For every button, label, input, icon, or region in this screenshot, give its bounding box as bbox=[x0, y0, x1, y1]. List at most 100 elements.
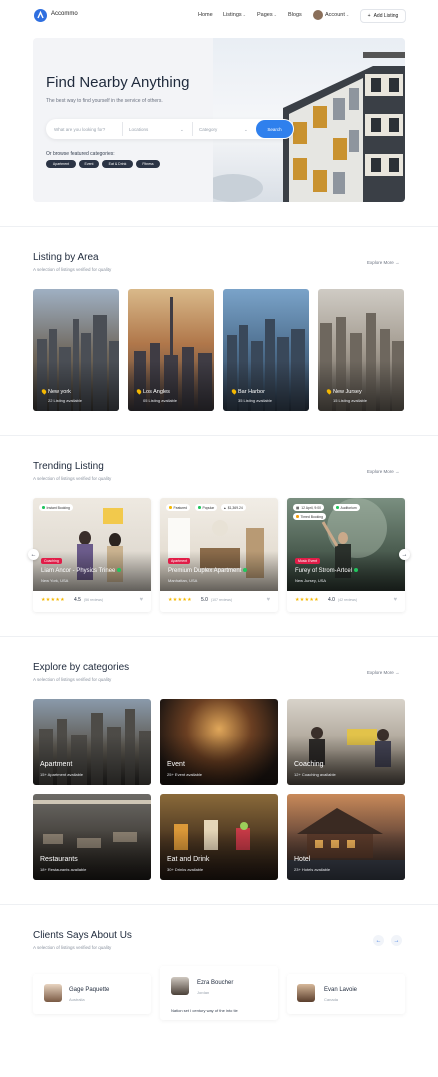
nav-account[interactable]: Account⌄ bbox=[325, 12, 349, 18]
category-name: Restaurants bbox=[40, 856, 78, 863]
listing-card[interactable]: Instant Booking Coaching Liam Ancor - Ph… bbox=[33, 498, 151, 612]
category-name: Coaching bbox=[294, 761, 324, 768]
badge-timed-booking: Timed Booking bbox=[293, 513, 326, 520]
card-overlay bbox=[287, 735, 405, 785]
dot-icon bbox=[198, 506, 201, 509]
nav-pages[interactable]: Pages⌄ bbox=[257, 12, 277, 18]
badge-featured: Featured bbox=[166, 504, 191, 511]
area-name: Bar Harbor bbox=[238, 389, 265, 395]
chip-label: Fitness bbox=[142, 162, 154, 166]
search-input[interactable]: What are you looking for? bbox=[54, 127, 105, 132]
category-card-hotel[interactable]: Hotel 23+ Hotels available bbox=[287, 794, 405, 880]
location-select[interactable]: Locations bbox=[129, 127, 148, 132]
carousel-prev-button[interactable]: ← bbox=[28, 549, 39, 560]
rating-value: 5.0 bbox=[201, 597, 208, 603]
avatar[interactable] bbox=[313, 10, 323, 20]
arrow-right-icon: → bbox=[395, 670, 400, 675]
brand-name[interactable]: Accommo bbox=[51, 11, 78, 17]
dot-icon bbox=[42, 506, 45, 509]
area-count: 22 Listing available bbox=[48, 398, 83, 403]
card-overlay bbox=[223, 361, 309, 411]
testimonial-prev-button[interactable]: ← bbox=[373, 935, 384, 946]
arrow-right-icon: → bbox=[401, 551, 408, 558]
area-name: New york bbox=[48, 389, 71, 395]
explore-more-link[interactable]: Explore More → bbox=[367, 469, 400, 474]
chip-apartment[interactable]: Apartment bbox=[46, 160, 76, 168]
add-listing-button[interactable]: + Add Listing bbox=[360, 9, 406, 23]
card-overlay bbox=[33, 830, 151, 880]
heart-icon[interactable]: ♥ bbox=[266, 597, 270, 603]
rating-value: 4.5 bbox=[74, 597, 81, 603]
badge-label: Popular bbox=[202, 505, 215, 510]
category-count: 18+ Restaurants available bbox=[40, 867, 87, 872]
client-name: Gage Paquette bbox=[69, 987, 110, 993]
listing-card[interactable]: ▦ 12 April, 9:00 Auditorium Timed Booking… bbox=[287, 498, 405, 612]
category-tag: Coaching bbox=[41, 558, 62, 564]
section-title: Explore by categories bbox=[33, 662, 130, 673]
verified-icon bbox=[117, 568, 122, 573]
nav-listings[interactable]: Listings⌄ bbox=[223, 12, 246, 18]
listing-title-text: Liam Ancor - Physics Trinee bbox=[41, 568, 116, 574]
category-card-coaching[interactable]: Coaching 12+ Coaching available bbox=[287, 699, 405, 785]
client-location: Australia bbox=[69, 997, 85, 1002]
badge-popular: Popular bbox=[195, 504, 218, 511]
nav-home[interactable]: Home bbox=[198, 12, 213, 18]
explore-more-link[interactable]: Explore More → bbox=[367, 260, 400, 265]
section-subtitle: A selection of listings verified for qua… bbox=[33, 267, 112, 272]
badge-label: $1,369.24 bbox=[227, 505, 243, 510]
client-location: Jordan bbox=[197, 990, 210, 995]
arrow-right-icon: → bbox=[393, 937, 400, 944]
nav-listings-label: Listings bbox=[223, 12, 242, 18]
chevron-down-icon: ⌄ bbox=[180, 127, 184, 132]
explore-more-link[interactable]: Explore More → bbox=[367, 670, 400, 675]
category-name: Event bbox=[167, 761, 185, 768]
category-card-event[interactable]: Event 25+ Event available bbox=[160, 699, 278, 785]
badge-instant-booking: Instant Booking bbox=[39, 504, 73, 511]
testimonial-next-button[interactable]: → bbox=[391, 935, 402, 946]
heart-icon[interactable]: ♥ bbox=[139, 597, 143, 603]
chip-fitness[interactable]: Fitness bbox=[136, 160, 160, 168]
area-card-new-jursey[interactable]: New Jursey 15 Listing available bbox=[318, 289, 404, 411]
area-card-new-york[interactable]: New york 22 Listing available bbox=[33, 289, 119, 411]
chevron-down-icon: ⌄ bbox=[345, 12, 350, 17]
nav-blogs[interactable]: Blogs bbox=[288, 12, 302, 18]
review-count: (107 reviews) bbox=[211, 598, 233, 602]
heart-icon[interactable]: ♥ bbox=[393, 597, 397, 603]
chevron-down-icon: ⌄ bbox=[244, 127, 248, 132]
review-count: (56 reviews) bbox=[84, 598, 104, 602]
area-card-bar-harbor[interactable]: Bar Harbor 35 Listing available bbox=[223, 289, 309, 411]
rating-value: 4.0 bbox=[328, 597, 335, 603]
logo-icon[interactable] bbox=[34, 9, 47, 22]
section-title: Clients Says About Us bbox=[33, 930, 132, 941]
category-count: 12+ Coaching available bbox=[294, 772, 336, 777]
chevron-down-icon: ⌄ bbox=[273, 12, 277, 17]
category-count: 15+ Apartment available bbox=[40, 772, 84, 777]
category-card-eat-and-drink[interactable]: Eat and Drink 30+ Drinks available bbox=[160, 794, 278, 880]
badge-label: Featured bbox=[173, 505, 188, 510]
category-name: Eat and Drink bbox=[167, 856, 210, 863]
category-card-apartment[interactable]: Apartment 15+ Apartment available bbox=[33, 699, 151, 785]
card-overlay bbox=[33, 735, 151, 785]
category-name: Apartment bbox=[40, 761, 73, 768]
dot-icon bbox=[169, 506, 172, 509]
verified-icon bbox=[243, 568, 248, 573]
avatar bbox=[44, 984, 62, 1002]
badge-label: 12 April, 9:00 bbox=[301, 505, 322, 510]
category-card-restaurants[interactable]: Restaurants 18+ Restaurants available bbox=[33, 794, 151, 880]
chip-event[interactable]: Event bbox=[79, 160, 99, 168]
section-subtitle: A selection of listings verified for qua… bbox=[33, 945, 112, 950]
browse-label: Or browse featured categories: bbox=[46, 151, 115, 157]
verified-icon bbox=[354, 568, 359, 573]
section-subtitle: A selection of listings verified for qua… bbox=[33, 677, 112, 682]
listing-card[interactable]: Featured Popular ▴ $1,369.24 Apartment Pr… bbox=[160, 498, 278, 612]
search-button[interactable]: Search bbox=[256, 120, 293, 138]
explore-more-label: Explore More bbox=[367, 670, 394, 675]
area-card-los-angles[interactable]: Los Angles 05 Listing available bbox=[128, 289, 214, 411]
category-select[interactable]: Category bbox=[199, 127, 217, 132]
dot-icon bbox=[296, 515, 299, 518]
chip-eat-drink[interactable]: Eat & Drink bbox=[102, 160, 133, 168]
badge-price: ▴ $1,369.24 bbox=[221, 504, 246, 511]
category-count: 23+ Hotels available bbox=[294, 867, 331, 872]
section-subtitle: A selection of listings verified for qua… bbox=[33, 476, 112, 481]
carousel-next-button[interactable]: → bbox=[399, 549, 410, 560]
